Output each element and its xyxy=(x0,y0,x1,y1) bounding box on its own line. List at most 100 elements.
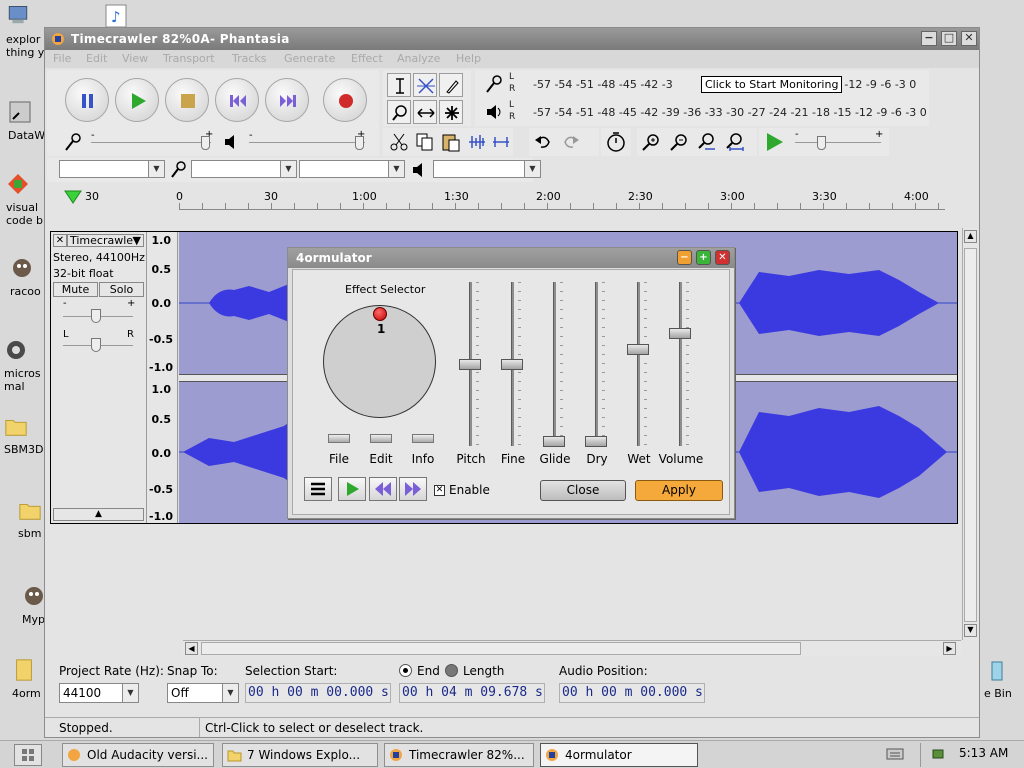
menu-edit[interactable]: Edit xyxy=(86,52,107,65)
fast-forward-button[interactable] xyxy=(399,477,427,501)
play-button[interactable] xyxy=(115,78,159,122)
edit-small-button[interactable] xyxy=(370,434,392,443)
preview-play-button[interactable] xyxy=(338,477,366,501)
stop-button[interactable] xyxy=(165,78,209,122)
pan-slider[interactable] xyxy=(91,338,101,352)
vertical-scroll-thumb[interactable] xyxy=(964,248,977,622)
record-meter-scale[interactable]: -57 -54 -51 -48 -45 -42 -3 xyxy=(533,78,673,91)
window-titlebar[interactable]: Timecrawler 82%0A- Phantasia − □ ✕ xyxy=(45,28,979,50)
slider-thumb-glide[interactable] xyxy=(543,436,565,447)
enable-checkbox[interactable]: ✕ xyxy=(434,485,445,496)
mute-button[interactable]: Mute xyxy=(53,282,98,297)
start-button[interactable] xyxy=(14,744,42,766)
horizontal-scroll-thumb[interactable] xyxy=(201,642,801,655)
speed-slider[interactable] xyxy=(817,136,826,150)
play-at-speed-icon[interactable] xyxy=(763,131,785,153)
menu-file[interactable]: File xyxy=(53,52,71,65)
cut-icon[interactable] xyxy=(389,132,409,152)
record-button[interactable] xyxy=(323,78,367,122)
time-shift-tool-button[interactable] xyxy=(413,100,437,124)
selection-start-field[interactable]: 00 h 00 m 00.000 s xyxy=(245,683,391,703)
solo-button[interactable]: Solo xyxy=(99,282,144,297)
gain-slider[interactable] xyxy=(91,309,101,323)
slider-track-glide[interactable] xyxy=(553,282,556,446)
paste-icon[interactable] xyxy=(441,132,461,152)
dialog-close-button[interactable]: ✕ xyxy=(715,250,730,265)
network-icon[interactable] xyxy=(931,747,947,763)
menu-help[interactable]: Help xyxy=(456,52,481,65)
multi-tool-button[interactable] xyxy=(439,100,463,124)
menu-effect[interactable]: Effect xyxy=(351,52,383,65)
output-volume-slider[interactable] xyxy=(355,136,364,150)
slider-track-wet[interactable] xyxy=(637,282,640,446)
horizontal-scrollbar[interactable]: ◀ ▶ xyxy=(183,640,961,656)
track-name-menu[interactable]: Timecrawle ▼ xyxy=(67,234,144,247)
menu-tracks[interactable]: Tracks xyxy=(232,52,267,65)
scroll-up-icon[interactable]: ▲ xyxy=(964,230,977,243)
zoom-tool-button[interactable] xyxy=(387,100,411,124)
project-rate-select[interactable]: 44100 ▼ xyxy=(59,683,139,703)
slider-track-dry[interactable] xyxy=(595,282,598,446)
speaker-icon[interactable] xyxy=(485,104,505,120)
menu-analyze[interactable]: Analyze xyxy=(397,52,440,65)
dialog-titlebar[interactable]: 4ormulator − + ✕ xyxy=(288,248,734,268)
playback-meter-scale[interactable]: -57 -54 -51 -48 -45 -42 -39 -36 -33 -30 … xyxy=(533,106,927,119)
end-radio[interactable] xyxy=(399,664,412,677)
audio-position-field[interactable]: 00 h 00 m 00.000 s xyxy=(559,683,705,703)
fit-project-icon[interactable] xyxy=(725,132,745,152)
task-timecrawler[interactable]: Timecrawler 82%... xyxy=(384,743,534,767)
envelope-tool-button[interactable] xyxy=(413,73,437,97)
dialog-maximize-button[interactable]: + xyxy=(696,250,711,265)
desktop-icon-recycle-bin[interactable]: e Bin xyxy=(984,658,1024,700)
zoom-in-icon[interactable] xyxy=(641,132,661,152)
keyboard-icon[interactable] xyxy=(886,747,904,761)
effect-selector-knob[interactable]: 1 xyxy=(323,305,436,418)
skip-end-button[interactable] xyxy=(265,78,309,122)
slider-thumb-pitch[interactable] xyxy=(459,359,481,370)
timer-icon[interactable] xyxy=(605,131,627,153)
input-device-select[interactable]: ▼ xyxy=(191,160,297,178)
pause-button[interactable] xyxy=(65,78,109,122)
fit-selection-icon[interactable] xyxy=(697,132,717,152)
apply-button[interactable]: Apply xyxy=(635,480,723,501)
length-radio[interactable] xyxy=(445,664,458,677)
slider-track-volume[interactable] xyxy=(679,282,682,446)
menu-view[interactable]: View xyxy=(122,52,148,65)
slider-thumb-volume[interactable] xyxy=(669,328,691,340)
trim-icon[interactable] xyxy=(467,132,487,152)
copy-icon[interactable] xyxy=(415,132,435,152)
file-small-button[interactable] xyxy=(328,434,350,443)
redo-icon[interactable] xyxy=(561,132,581,152)
track-close-button[interactable]: ✕ xyxy=(53,234,67,247)
timeline-ruler[interactable]: 30 0 30 1:00 1:30 2:00 2:30 3:00 3:30 4:… xyxy=(45,185,979,213)
vertical-scrollbar[interactable]: ▲ ▼ xyxy=(962,228,978,640)
play-head-icon[interactable] xyxy=(63,189,83,205)
task-old-audacity[interactable]: Old Audacity versi... xyxy=(62,743,214,767)
scroll-down-icon[interactable]: ▼ xyxy=(964,624,977,637)
input-volume-slider[interactable] xyxy=(201,136,210,150)
skip-start-button[interactable] xyxy=(215,78,259,122)
close-dialog-button[interactable]: Close xyxy=(540,480,626,501)
close-button[interactable]: ✕ xyxy=(961,31,977,46)
menu-generate[interactable]: Generate xyxy=(284,52,335,65)
dialog-minimize-button[interactable]: − xyxy=(677,250,692,265)
minimize-button[interactable]: − xyxy=(921,31,937,46)
microphone-icon[interactable] xyxy=(485,74,505,94)
silence-icon[interactable] xyxy=(491,132,511,152)
menu-transport[interactable]: Transport xyxy=(163,52,215,65)
slider-thumb-wet[interactable] xyxy=(627,343,649,355)
zoom-out-icon[interactable] xyxy=(669,132,689,152)
slider-thumb-dry[interactable] xyxy=(585,436,607,447)
snap-to-select[interactable]: Off ▼ xyxy=(167,683,239,703)
info-small-button[interactable] xyxy=(412,434,434,443)
input-channels-select[interactable]: ▼ xyxy=(299,160,405,178)
menu-button[interactable] xyxy=(304,477,332,501)
draw-tool-button[interactable] xyxy=(439,73,463,97)
selection-end-field[interactable]: 00 h 04 m 09.678 s xyxy=(399,683,545,703)
selection-tool-button[interactable] xyxy=(387,73,411,97)
scroll-right-icon[interactable]: ▶ xyxy=(943,642,956,655)
maximize-button[interactable]: □ xyxy=(941,31,957,46)
slider-thumb-fine[interactable] xyxy=(501,359,523,370)
host-select[interactable]: ▼ xyxy=(59,160,165,178)
task-4ormulator[interactable]: 4ormulator xyxy=(540,743,698,767)
